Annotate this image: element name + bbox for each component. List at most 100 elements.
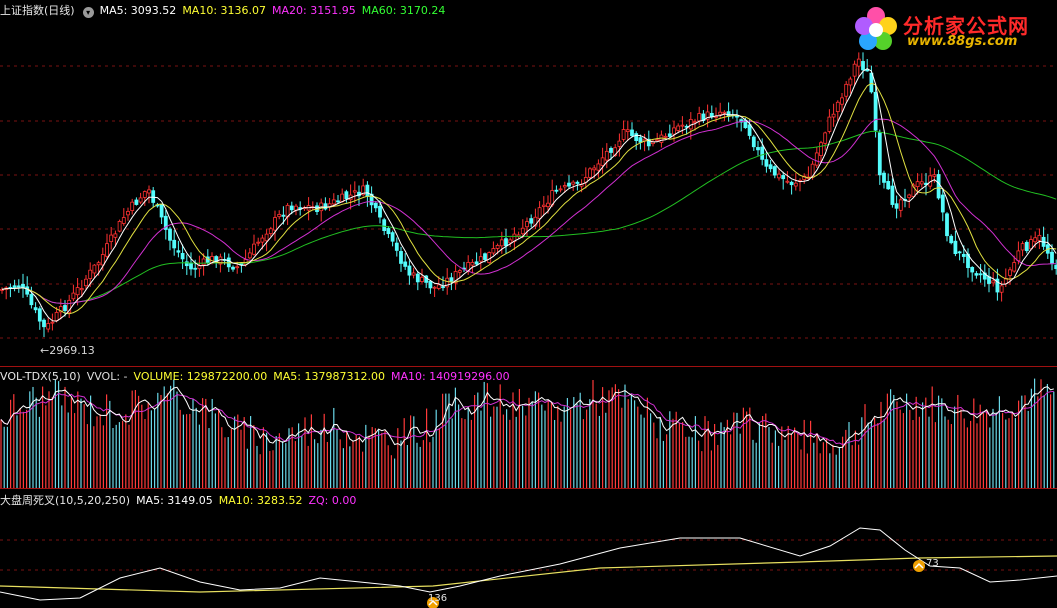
candle-body <box>235 266 240 269</box>
ma60-line <box>1 130 1057 305</box>
candlestick-chart[interactable]: ←2969.13 <box>0 0 1057 366</box>
candle-body <box>781 175 786 180</box>
ma5-line <box>1 68 1057 322</box>
candle-body <box>491 248 496 254</box>
candle-body <box>495 245 500 249</box>
candle-body <box>432 286 437 289</box>
volume-bars-group <box>0 378 1055 488</box>
candle-body <box>793 182 798 187</box>
panel-divider[interactable] <box>0 366 1057 367</box>
candle-body <box>508 239 513 244</box>
candle-body <box>323 203 328 210</box>
indicator-panel-title: 大盘周死叉(10,5,20,250) <box>0 494 131 507</box>
candle-body <box>25 286 30 295</box>
candle-body <box>571 181 576 185</box>
volume-ma5-line <box>0 386 1054 449</box>
candle-body <box>970 266 975 273</box>
candle-body <box>134 199 139 205</box>
volume-panel-title: VOL-TDX(5,10) <box>0 370 81 383</box>
candle-body <box>638 137 643 143</box>
flower-logo-icon <box>855 7 897 50</box>
volume-chart[interactable] <box>0 368 1057 488</box>
candle-body <box>281 214 286 217</box>
candle-body <box>441 286 445 289</box>
indicator-ma10-line <box>0 555 1057 593</box>
candle-body <box>831 113 836 118</box>
candle-body <box>100 254 105 266</box>
candle-body <box>386 228 391 235</box>
candle-body <box>75 287 80 296</box>
candle-body <box>873 91 878 131</box>
candle-body <box>231 266 235 270</box>
candle-body <box>529 218 534 224</box>
candle-body <box>151 190 156 203</box>
chevron-down-icon[interactable]: ▾ <box>82 7 94 18</box>
candle-body <box>294 205 298 211</box>
ma60-value: MA60: 3170.24 <box>361 4 446 17</box>
candle-body <box>789 181 794 186</box>
candle-body <box>915 181 920 188</box>
candle-body <box>96 262 101 266</box>
candle-body <box>273 217 277 231</box>
indicator-panel[interactable]: 大盘周死叉(10,5,20,250) MA5: 3149.05 MA10: 3283… <box>0 490 1057 608</box>
candle-body <box>978 273 983 276</box>
price-chart-panel[interactable]: 上证指数(日线) ▾ MA5: 3093.52 MA10: 3136.07 MA20: … <box>0 0 1057 366</box>
candle-body <box>378 205 382 218</box>
candle-body <box>886 181 891 190</box>
candle-body <box>1020 243 1025 251</box>
panel-divider[interactable] <box>0 488 1057 489</box>
candle-body <box>390 232 395 242</box>
candle-body <box>193 267 198 270</box>
candle-body <box>189 262 193 270</box>
candle-body <box>247 252 252 259</box>
candle-body <box>172 239 177 249</box>
candle-body <box>504 238 508 247</box>
candle-body <box>399 251 403 264</box>
volume-panel[interactable]: VOL-TDX(5,10) VVOL: - VOLUME: 129872200.00… <box>0 368 1057 488</box>
candle-body <box>449 277 454 282</box>
candle-body <box>814 152 819 166</box>
candle-body <box>777 173 781 179</box>
candle-body <box>1033 237 1038 243</box>
candle-body <box>588 168 592 178</box>
candle-body <box>79 288 84 291</box>
volume-ma5-value: MA5: 137987312.00 <box>273 370 385 383</box>
ma5-value: MA5: 3093.52 <box>99 4 177 17</box>
candle-body <box>919 181 924 185</box>
candle-body <box>856 58 861 67</box>
candle-body <box>898 199 903 211</box>
candle-body <box>138 197 143 203</box>
candle-body <box>554 189 559 192</box>
candle-body <box>558 188 563 191</box>
candle-body <box>974 273 979 276</box>
candle-body <box>411 272 416 276</box>
logo-url-text: www.88gs.com <box>907 34 1018 49</box>
candle-body <box>499 239 504 247</box>
candle-body <box>840 97 844 105</box>
candle-body <box>264 233 269 242</box>
candle-body <box>256 241 261 244</box>
candle-body <box>722 111 727 114</box>
candle-body <box>823 132 828 144</box>
candle-body <box>772 166 777 176</box>
candle-body <box>609 147 613 153</box>
candle-body <box>373 202 378 209</box>
cross-marker[interactable]: 136 <box>427 593 447 608</box>
candle-body <box>50 321 55 324</box>
candle-body <box>756 147 760 151</box>
candle-body <box>168 228 172 241</box>
candle-body <box>382 219 387 232</box>
candle-body <box>1008 269 1012 276</box>
ind-ma5-value: MA5: 3149.05 <box>136 494 213 507</box>
candle-body <box>991 280 996 284</box>
candle-body <box>764 159 769 167</box>
candle-body <box>672 127 676 135</box>
candle-body <box>16 285 21 288</box>
candle-body <box>113 233 118 238</box>
candle-body <box>546 202 550 208</box>
candle-body <box>29 294 34 306</box>
candle-body <box>1050 251 1054 265</box>
candle-body <box>630 129 634 137</box>
candle-body <box>147 189 151 194</box>
candle-body <box>470 262 475 266</box>
